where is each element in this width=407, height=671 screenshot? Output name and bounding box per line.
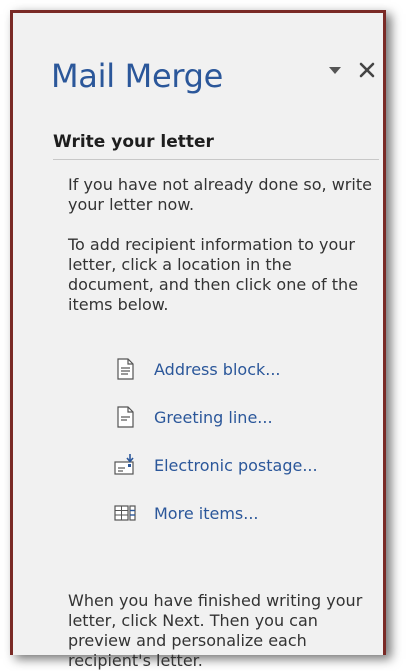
more-items-icon	[114, 505, 136, 521]
intro-text: If you have not already done so, write y…	[68, 175, 372, 214]
mail-merge-task-pane: Mail Merge Write your letter If you have…	[10, 10, 386, 670]
electronic-postage-link[interactable]: Electronic postage...	[113, 452, 318, 478]
electronic-postage-label: Electronic postage...	[154, 455, 318, 475]
more-items-link[interactable]: More items...	[113, 500, 259, 526]
electronic-postage-icon	[114, 454, 134, 475]
address-block-link[interactable]: Address block...	[113, 356, 281, 382]
address-block-label: Address block...	[154, 359, 281, 379]
pane-title: Mail Merge	[51, 57, 224, 95]
dropdown-arrow-icon[interactable]	[328, 63, 342, 77]
greeting-line-icon	[117, 406, 134, 428]
greeting-line-link[interactable]: Greeting line...	[113, 404, 273, 430]
section-divider	[53, 159, 379, 160]
greeting-line-label: Greeting line...	[154, 407, 273, 427]
screenshot-frame: Mail Merge Write your letter If you have…	[0, 0, 407, 670]
close-icon[interactable]	[356, 59, 378, 81]
section-heading: Write your letter	[53, 132, 214, 152]
finish-text: When you have finished writing your lett…	[68, 591, 363, 670]
address-block-icon	[117, 358, 134, 380]
instruction-text: To add recipient information to your let…	[68, 235, 359, 314]
more-items-label: More items...	[154, 503, 259, 523]
